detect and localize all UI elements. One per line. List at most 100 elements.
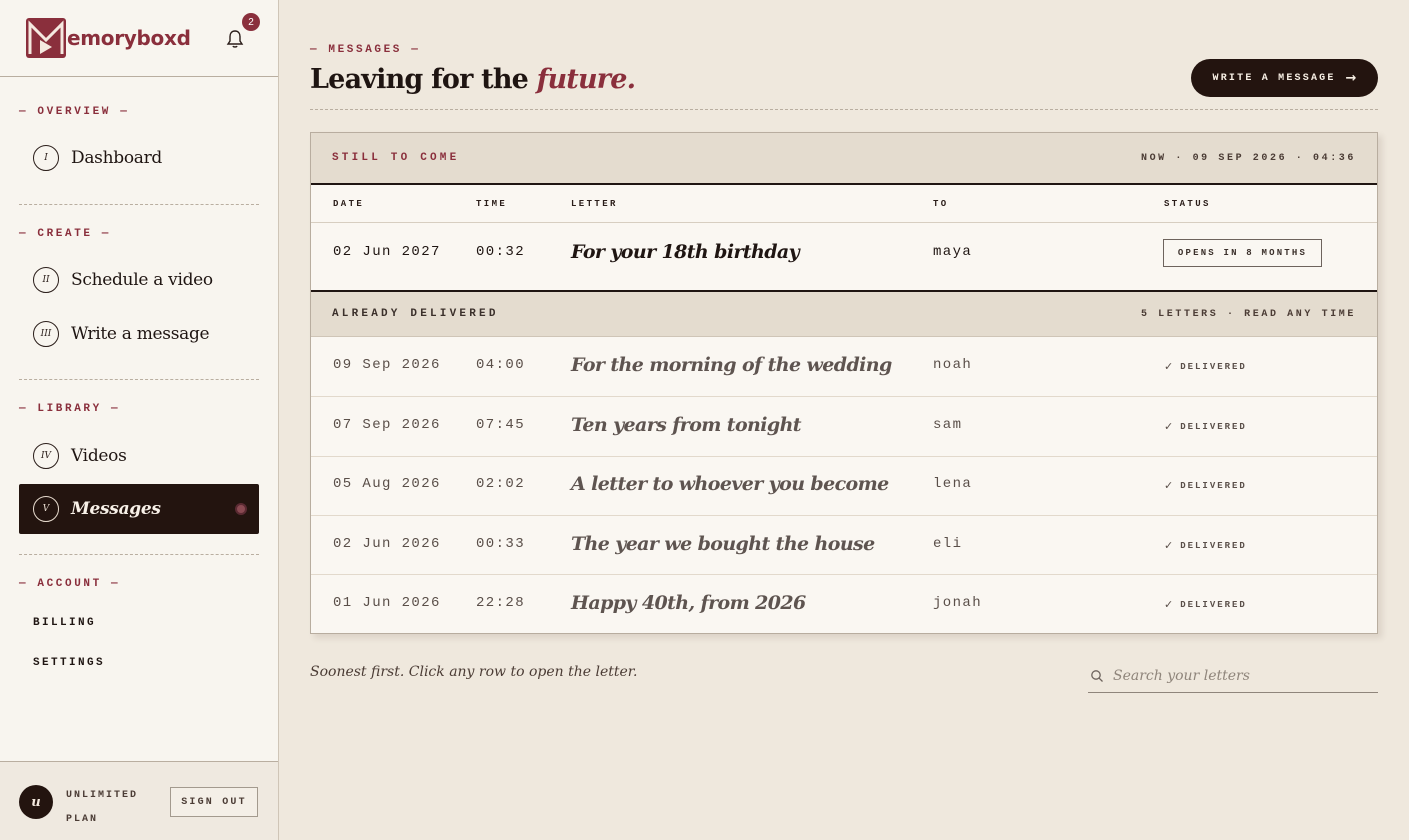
col-header-date: DATE <box>333 199 365 209</box>
logo-mark <box>26 18 66 58</box>
page-title-prefix: Leaving for the <box>310 64 537 95</box>
numeral-icon: II <box>33 267 59 293</box>
row-date: 09 Sep 2026 <box>333 357 441 373</box>
col-header-time: TIME <box>476 199 508 209</box>
avatar[interactable]: u <box>19 785 53 819</box>
row-recipient: maya <box>933 244 973 260</box>
row-date: 01 Jun 2026 <box>333 595 441 611</box>
table-row[interactable]: 07 Sep 2026 07:45 Ten years from tonight… <box>311 397 1377 456</box>
row-letter-title: For your 18th birthday <box>571 241 800 263</box>
sort-hint: Soonest first. Click any row to open the… <box>310 664 638 680</box>
divider <box>19 379 259 380</box>
header-divider <box>310 109 1378 110</box>
row-date: 02 Jun 2027 <box>333 244 441 260</box>
row-time: 22:28 <box>476 595 526 611</box>
delivered-count: 5 LETTERS · READ ANY TIME <box>1140 308 1356 320</box>
table-header: DATE TIME LETTER TO STATUS <box>311 183 1377 223</box>
row-date: 05 Aug 2026 <box>333 476 441 492</box>
status-badge: OPENS IN 8 MONTHS <box>1163 239 1322 267</box>
row-recipient: eli <box>933 536 963 552</box>
row-recipient: sam <box>933 417 963 433</box>
section-label-create: — CREATE — <box>19 228 112 240</box>
table-row[interactable]: 05 Aug 2026 02:02 A letter to whoever yo… <box>311 456 1377 515</box>
divider <box>19 204 259 205</box>
row-time: 04:00 <box>476 357 526 373</box>
status-label: DELIVERED <box>1180 540 1247 551</box>
table-row[interactable]: 02 Jun 2026 00:33 The year we bought the… <box>311 515 1377 574</box>
row-letter-title: For the morning of the wedding <box>571 354 892 376</box>
write-message-button[interactable]: WRITE A MESSAGE → <box>1191 59 1378 97</box>
sidebar-item-label: Videos <box>71 446 127 466</box>
active-indicator-dot <box>235 503 247 515</box>
settings-link[interactable]: SETTINGS <box>33 657 105 669</box>
row-time: 07:45 <box>476 417 526 433</box>
sidebar-item-label: Schedule a video <box>71 270 213 290</box>
plan-line-2: PLAN <box>66 814 99 825</box>
table-row[interactable]: 09 Sep 2026 04:00 For the morning of the… <box>311 337 1377 397</box>
col-header-letter: LETTER <box>571 199 618 209</box>
sidebar-item-label: Write a message <box>71 324 210 344</box>
col-header-status: STATUS <box>1164 199 1211 209</box>
numeral-icon: I <box>33 145 59 171</box>
divider <box>19 554 259 555</box>
sidebar-item-write-message[interactable]: III Write a message <box>19 309 259 359</box>
numeral-icon: IV <box>33 443 59 469</box>
check-icon: ✓ <box>1164 598 1174 611</box>
col-header-to: TO <box>933 199 949 209</box>
notification-badge: 2 <box>242 13 260 31</box>
row-recipient: lena <box>933 476 973 492</box>
search-input[interactable] <box>1113 668 1363 684</box>
row-recipient: jonah <box>933 595 983 611</box>
section-label-account: — ACCOUNT — <box>19 578 121 590</box>
bell-icon[interactable] <box>226 29 244 49</box>
row-letter-title: The year we bought the house <box>571 533 875 555</box>
row-letter-title: A letter to whoever you become <box>571 473 889 495</box>
row-letter-title: Ten years from tonight <box>571 414 802 436</box>
row-date: 02 Jun 2026 <box>333 536 441 552</box>
sidebar-item-label: Dashboard <box>71 148 162 168</box>
status-label: DELIVERED <box>1180 421 1247 432</box>
status-delivered: ✓ DELIVERED <box>1164 598 1247 611</box>
status-delivered: ✓ DELIVERED <box>1164 360 1247 373</box>
check-icon: ✓ <box>1164 539 1174 552</box>
status-delivered: ✓ DELIVERED <box>1164 479 1247 492</box>
sidebar-item-dashboard[interactable]: I Dashboard <box>19 133 259 183</box>
row-time: 00:32 <box>476 244 526 260</box>
row-letter-title: Happy 40th, from 2026 <box>571 592 806 614</box>
page-eyebrow: — MESSAGES — <box>310 44 421 56</box>
upcoming-band-label: STILL TO COME <box>332 152 460 164</box>
delivered-band: ALREADY DELIVERED 5 LETTERS · READ ANY T… <box>311 290 1377 337</box>
table-row[interactable]: 02 Jun 2027 00:32 For your 18th birthday… <box>311 223 1377 290</box>
search-box <box>1088 660 1378 693</box>
section-label-overview: — OVERVIEW — <box>19 106 130 118</box>
billing-link[interactable]: BILLING <box>33 617 96 629</box>
section-label-library: — LIBRARY — <box>19 403 121 415</box>
numeral-icon: III <box>33 321 59 347</box>
page-title: Leaving for the future. <box>310 64 636 95</box>
search-icon <box>1091 670 1103 682</box>
plan-line-1: UNLIMITED <box>66 790 139 801</box>
messages-table: STILL TO COME NOW · 09 SEP 2026 · 04:36 … <box>310 132 1378 634</box>
row-date: 07 Sep 2026 <box>333 417 441 433</box>
page-title-emphasis: future. <box>536 64 636 95</box>
arrow-right-icon: → <box>1345 70 1357 86</box>
brand-header: emoryboxd 2 <box>0 0 278 77</box>
sidebar-footer: u UNLIMITED PLAN SIGN OUT <box>0 761 278 840</box>
check-icon: ✓ <box>1164 420 1174 433</box>
brand-name: emoryboxd <box>67 26 191 50</box>
plan-label: UNLIMITED PLAN <box>66 784 156 832</box>
upcoming-band: STILL TO COME NOW · 09 SEP 2026 · 04:36 <box>311 133 1377 183</box>
row-time: 00:33 <box>476 536 526 552</box>
numeral-icon: V <box>33 496 59 522</box>
sign-out-button[interactable]: SIGN OUT <box>170 787 258 817</box>
table-row[interactable]: 01 Jun 2026 22:28 Happy 40th, from 2026 … <box>311 574 1377 633</box>
write-message-label: WRITE A MESSAGE <box>1212 72 1336 84</box>
status-label: DELIVERED <box>1180 361 1247 372</box>
sidebar-item-schedule-video[interactable]: II Schedule a video <box>19 255 259 305</box>
sidebar-item-label: Messages <box>71 499 161 519</box>
check-icon: ✓ <box>1164 360 1174 373</box>
delivered-band-label: ALREADY DELIVERED <box>332 308 499 320</box>
status-label: DELIVERED <box>1180 599 1247 610</box>
sidebar-item-messages[interactable]: V Messages <box>19 484 259 534</box>
sidebar-item-videos[interactable]: IV Videos <box>19 431 259 481</box>
